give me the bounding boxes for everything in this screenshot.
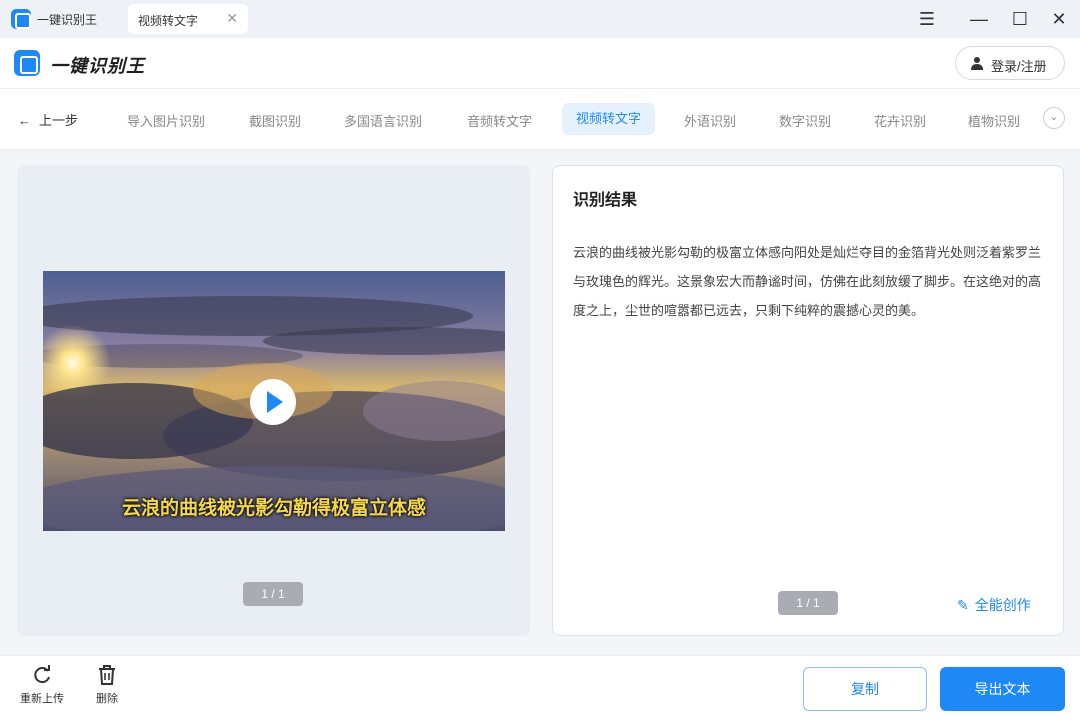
maximize-icon[interactable]: ☐ xyxy=(1008,7,1032,31)
nav-item-plants[interactable]: 植物识别 xyxy=(968,111,1020,130)
all-in-one-create-button[interactable]: ✎ 全能创作 xyxy=(957,595,1031,615)
nav-item-import-image[interactable]: 导入图片识别 xyxy=(127,111,205,130)
nav-item-audio-to-text[interactable]: 音频转文字 xyxy=(467,111,532,130)
app-header: 一键识别王 登录/注册 xyxy=(0,38,1080,88)
app-logo-icon xyxy=(11,9,31,29)
tab-close-icon[interactable]: ✕ xyxy=(226,10,238,27)
brand-name: 一键识别王 xyxy=(50,56,145,76)
close-icon[interactable]: ✕ xyxy=(1047,7,1071,31)
pen-icon: ✎ xyxy=(957,597,969,613)
minimize-icon[interactable]: — xyxy=(967,7,991,31)
nav-item-flowers[interactable]: 花卉识别 xyxy=(874,111,926,130)
titlebar-app-name: 一键识别王 xyxy=(37,13,98,27)
feature-nav: ← 上一步 导入图片识别 截图识别 多国语言识别 音频转文字 视频转文字 外语识别… xyxy=(0,88,1080,150)
tab-label: 视频转文字 xyxy=(138,14,199,28)
result-text[interactable]: 云浪的曲线被光影勾勒的极富立体感向阳处是灿烂夺目的金箔背光处则泛着紫罗兰与玫瑰色… xyxy=(573,238,1047,325)
menu-icon[interactable]: ☰ xyxy=(915,7,939,31)
video-subtitle: 云浪的曲线被光影勾勒得极富立体感 xyxy=(121,498,426,519)
chevron-down-icon[interactable]: ⌄ xyxy=(1043,107,1065,129)
export-text-button[interactable]: 导出文本 xyxy=(940,667,1065,711)
login-register-label: 登录/注册 xyxy=(991,59,1047,74)
trash-icon xyxy=(99,665,115,685)
back-label: 上一步 xyxy=(39,113,79,128)
login-register-button[interactable]: 登录/注册 xyxy=(955,46,1065,80)
bottom-toolbar: 重新上传 删除 复制 导出文本 xyxy=(0,655,1080,719)
nav-item-foreign-language[interactable]: 外语识别 xyxy=(684,111,736,130)
result-panel: 识别结果 云浪的曲线被光影勾勒的极富立体感向阳处是灿烂夺目的金箔背光处则泛着紫罗… xyxy=(552,165,1064,636)
copy-button[interactable]: 复制 xyxy=(803,667,927,711)
reupload-label: 重新上传 xyxy=(20,693,64,705)
refresh-icon xyxy=(34,665,50,684)
delete-label: 删除 xyxy=(96,693,118,705)
video-player[interactable]: 云浪的曲线被光影勾勒得极富立体感 xyxy=(43,271,505,531)
arrow-left-icon: ← xyxy=(18,113,31,128)
delete-button[interactable]: 删除 xyxy=(96,664,118,706)
brand-logo-icon xyxy=(14,50,40,76)
nav-item-video-to-text[interactable]: 视频转文字 xyxy=(562,103,656,135)
tab-video-to-text[interactable]: 视频转文字 ✕ xyxy=(128,4,248,34)
main-area: 云浪的曲线被光影勾勒得极富立体感 1 / 1 识别结果 云浪的曲线被光影勾勒的极… xyxy=(0,150,1080,655)
nav-item-numbers[interactable]: 数字识别 xyxy=(779,111,831,130)
video-page-indicator: 1 / 1 xyxy=(243,582,303,606)
reupload-button[interactable]: 重新上传 xyxy=(20,664,64,706)
window-titlebar: 一键识别王 视频转文字 ✕ ☰ — ☐ ✕ xyxy=(0,0,1080,38)
play-icon[interactable] xyxy=(250,379,296,425)
nav-item-screenshot[interactable]: 截图识别 xyxy=(249,111,301,130)
user-icon xyxy=(971,57,983,70)
video-preview-panel: 云浪的曲线被光影勾勒得极富立体感 1 / 1 xyxy=(17,165,530,636)
create-label: 全能创作 xyxy=(974,597,1031,613)
result-title: 识别结果 xyxy=(573,192,638,209)
nav-item-multilanguage[interactable]: 多国语言识别 xyxy=(344,111,422,130)
back-button[interactable]: ← 上一步 xyxy=(18,110,78,129)
result-page-indicator: 1 / 1 xyxy=(778,591,838,615)
